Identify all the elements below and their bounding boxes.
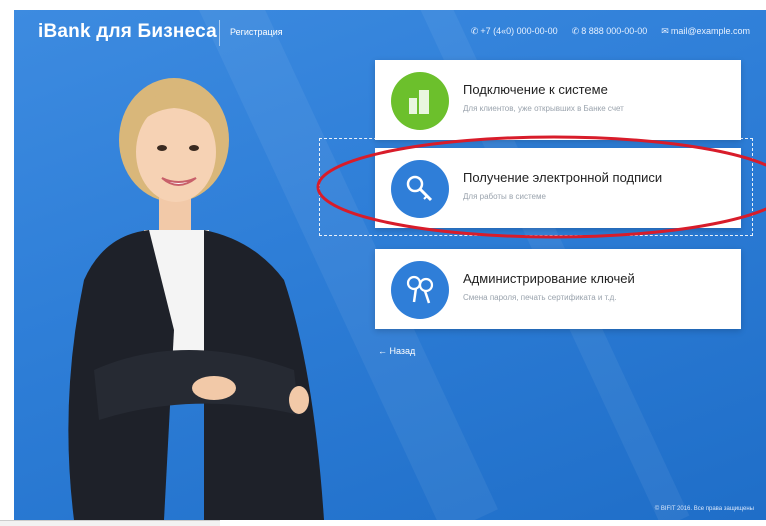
building-icon: [391, 72, 449, 130]
card-get-signature[interactable]: Получение электронной подписи Для работы…: [375, 148, 741, 228]
card-title: Получение электронной подписи: [463, 170, 663, 185]
card-subtitle: Для клиентов, уже открывших в Банке счет: [463, 104, 624, 113]
email-link[interactable]: ✉ mail@example.com: [661, 26, 750, 37]
phone-1[interactable]: ✆ +7 (4«0) 000-00-00: [471, 26, 558, 37]
mail-icon: ✉: [661, 26, 669, 36]
card-title: Подключение к системе: [463, 82, 608, 97]
taskbar-fragment: [0, 520, 220, 526]
phone-icon: ✆: [571, 26, 580, 36]
phone-2-text: 8 888 000-00-00: [581, 26, 648, 36]
keys-icon: [391, 261, 449, 319]
businesswoman-image: [68, 78, 324, 520]
card-connect-to-system[interactable]: Подключение к системе Для клиентов, уже …: [375, 60, 741, 140]
card-subtitle: Для работы в системе: [463, 192, 546, 201]
key-icon: [391, 160, 449, 218]
register-link[interactable]: Регистрация: [230, 27, 283, 37]
phone-icon: ✆: [470, 26, 479, 36]
phone-1-text: +7 (4«0) 000-00-00: [480, 26, 558, 36]
back-link[interactable]: ← Назад: [378, 346, 415, 356]
footer-copyright: © BIFIT 2016. Все права защищены: [654, 506, 754, 512]
card-title: Администрирование ключей: [463, 271, 635, 286]
phone-2[interactable]: ✆ 8 888 000-00-00: [572, 26, 648, 37]
card-subtitle: Смена пароля, печать сертификата и т.д.: [463, 293, 617, 302]
email-text: mail@example.com: [670, 26, 750, 36]
app-frame: iBank для Бизнеса Регистрация ✆ +7 (4«0) …: [14, 10, 766, 520]
header: iBank для Бизнеса Регистрация ✆ +7 (4«0) …: [14, 10, 766, 56]
card-key-admin[interactable]: Администрирование ключей Смена пароля, п…: [375, 249, 741, 329]
brand-logo[interactable]: iBank для Бизнеса: [38, 21, 217, 43]
brand-divider: [219, 20, 220, 46]
contacts: ✆ +7 (4«0) 000-00-00 ✆ 8 888 000-00-00 ✉ ma…: [471, 26, 750, 37]
